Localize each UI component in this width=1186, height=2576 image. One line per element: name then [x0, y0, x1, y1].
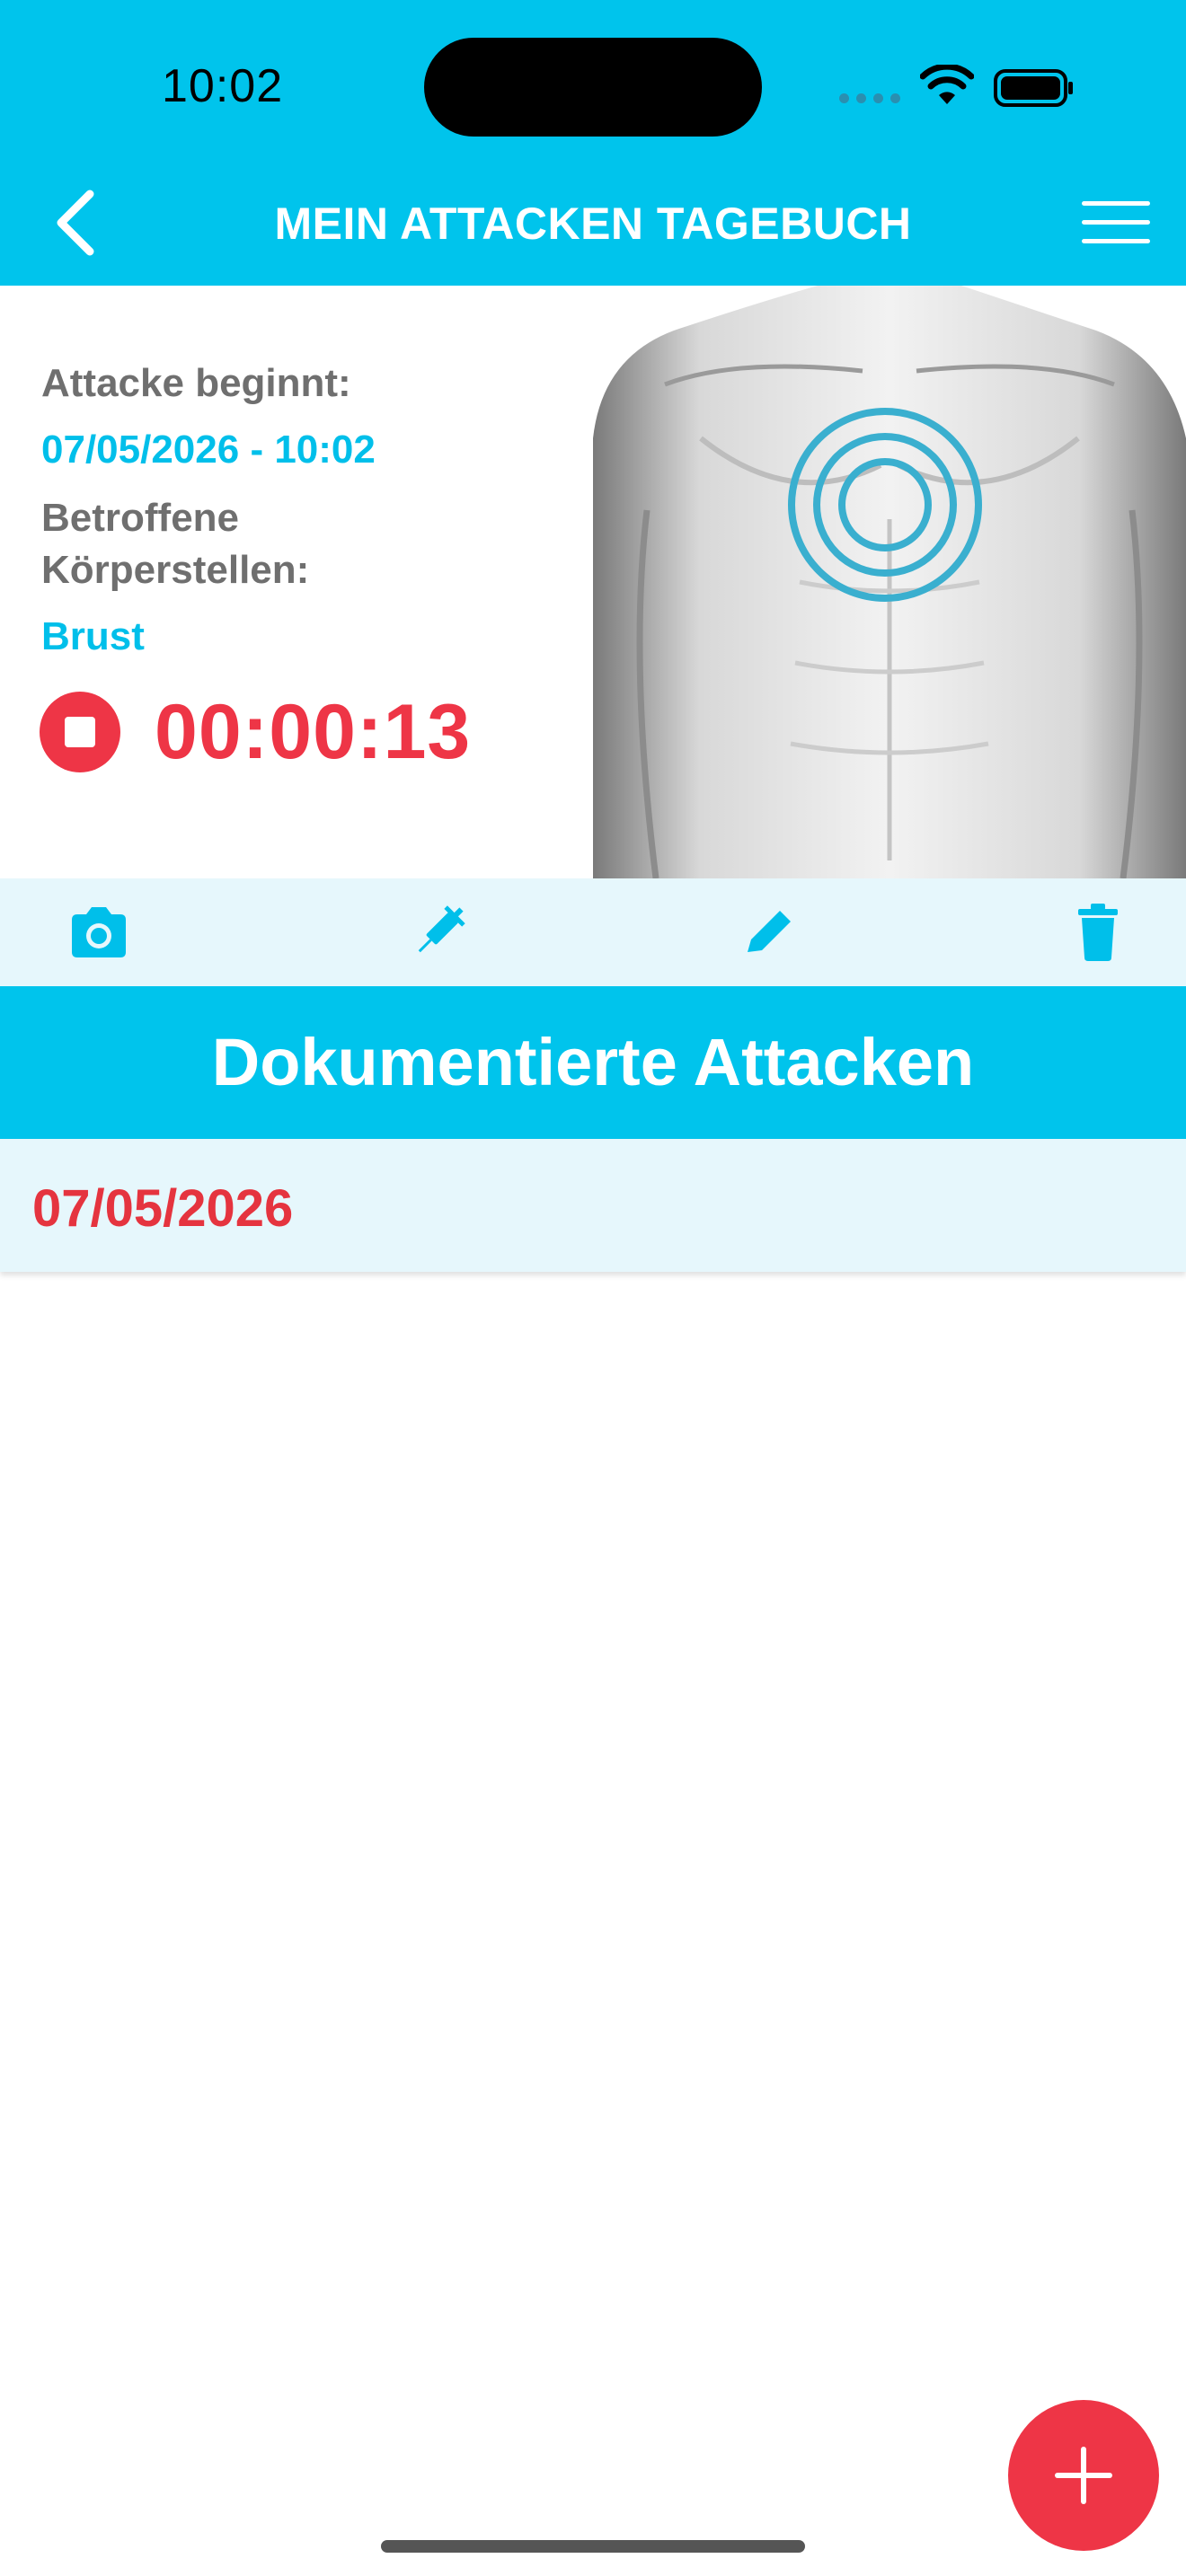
wifi-icon [920, 65, 974, 104]
body-map-image[interactable] [593, 286, 1186, 878]
dynamic-island [424, 38, 762, 137]
documented-attacks-header: Dokumentierte Attacken [0, 986, 1186, 1139]
entry-date: 07/05/2026 [32, 1179, 294, 1238]
action-toolbar [0, 878, 1186, 986]
torso-illustration [593, 286, 1186, 878]
stop-timer-button[interactable] [40, 692, 120, 772]
attack-timer: 00:00:13 [155, 689, 472, 775]
body-parts-value: Brust [41, 614, 145, 658]
body-parts-label-line2: Körperstellen: [41, 548, 310, 592]
trash-icon[interactable] [1066, 904, 1130, 961]
add-attack-button[interactable] [1008, 2400, 1159, 2551]
list-item[interactable]: 07/05/2026 [0, 1139, 1186, 1272]
attack-start-value: 07/05/2026 - 10:02 [41, 428, 376, 472]
syringe-icon[interactable] [406, 904, 471, 961]
body-parts-label-line1: Betroffene [41, 496, 240, 540]
hamburger-menu-icon[interactable] [1082, 201, 1150, 248]
attack-start-label: Attacke beginnt: [41, 361, 351, 405]
signal-icon [839, 93, 900, 103]
pencil-icon[interactable] [739, 904, 803, 961]
status-time: 10:02 [162, 60, 284, 112]
home-indicator [381, 2540, 805, 2553]
battery-icon [994, 69, 1073, 107]
page-title: MEIN ATTACKEN TAGEBUCH [274, 198, 912, 249]
app-header: 10:02 MEIN ATTACKEN TAGEBUCH [0, 0, 1186, 286]
camera-icon[interactable] [66, 904, 131, 961]
